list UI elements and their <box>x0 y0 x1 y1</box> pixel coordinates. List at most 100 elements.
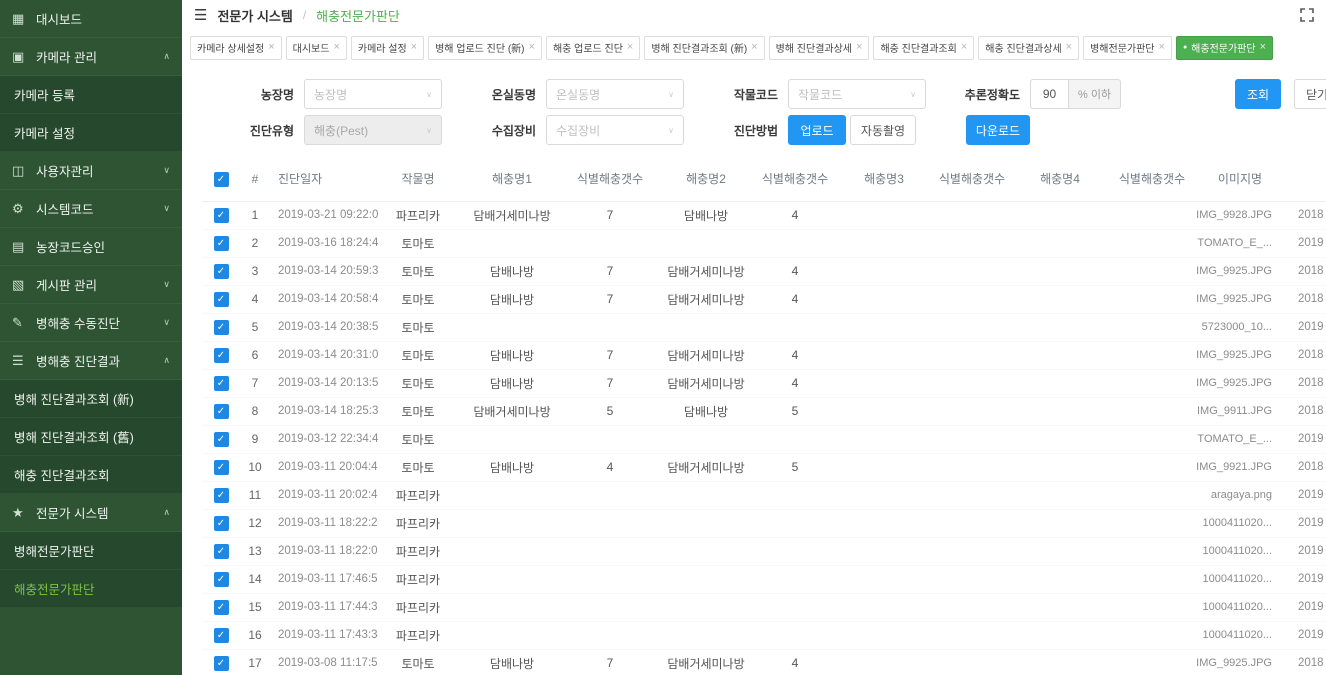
cell-crop: 파프리카 <box>378 537 458 565</box>
row-checkbox[interactable]: ✓ <box>214 292 229 307</box>
sidebar-item[interactable]: ⚙시스템코드∨ <box>0 190 182 228</box>
cell-pest3 <box>832 257 936 285</box>
tab[interactable]: 카메라 설정× <box>351 36 424 60</box>
sidebar-subitem[interactable]: 해충전문가판단 <box>0 570 182 608</box>
row-checkbox[interactable]: ✓ <box>214 376 229 391</box>
close-icon[interactable]: × <box>856 42 862 53</box>
upload-method-button[interactable]: 업로드 <box>788 115 846 145</box>
cell-date: 2019-03-11 18:22:03 <box>270 537 378 565</box>
close-icon[interactable]: × <box>1260 42 1266 53</box>
cell-pest3 <box>832 341 936 369</box>
cell-count4 <box>1112 425 1192 453</box>
sidebar-item[interactable]: ☰병해충 진단결과∧ <box>0 342 182 380</box>
column-header-crop: 작물명 <box>378 157 458 201</box>
active-dot-icon: ● <box>1183 44 1187 51</box>
sidebar-subitem[interactable]: 병해전문가판단 <box>0 532 182 570</box>
greenhouse-filter: 온실동명 온실동명 ∨ <box>472 79 684 109</box>
sidebar-item[interactable]: ▧게시판 관리∨ <box>0 266 182 304</box>
accuracy-suffix: % 이하 <box>1068 79 1121 109</box>
tab[interactable]: 해충 업로드 진단× <box>546 36 640 60</box>
cell-pest4 <box>1008 201 1112 229</box>
row-checkbox[interactable]: ✓ <box>214 544 229 559</box>
sidebar-item[interactable]: ▣카메라 관리∧ <box>0 38 182 76</box>
sidebar-item[interactable]: ✎병해충 수동진단∨ <box>0 304 182 342</box>
tab[interactable]: 병해 진단결과조회 (新)× <box>644 36 764 60</box>
select-all-checkbox[interactable]: ✓ <box>214 172 229 187</box>
close-icon[interactable]: × <box>529 42 535 53</box>
auto-capture-method-button[interactable]: 자동촬영 <box>850 115 916 145</box>
sidebar-subitem[interactable]: 카메라 등록 <box>0 76 182 114</box>
search-button[interactable]: 조회 <box>1235 79 1281 109</box>
tab[interactable]: 해충 진단결과조회× <box>873 36 974 60</box>
close-icon[interactable]: × <box>1159 42 1165 53</box>
row-checkbox[interactable]: ✓ <box>214 320 229 335</box>
accuracy-input[interactable] <box>1030 79 1068 109</box>
sidebar-subitem[interactable]: 병해 진단결과조회 (舊) <box>0 418 182 456</box>
sidebar-item[interactable]: ◫사용자관리∨ <box>0 152 182 190</box>
cell-extra: 2019 <box>1288 481 1326 509</box>
download-button[interactable]: 다운로드 <box>966 115 1030 145</box>
row-checkbox[interactable]: ✓ <box>214 460 229 475</box>
sidebar-item-label: 해충전문가판단 <box>14 579 95 598</box>
sidebar-subitem[interactable]: 병해 진단결과조회 (新) <box>0 380 182 418</box>
crop-code-select[interactable]: 작물코드 ∨ <box>788 79 926 109</box>
cell-crop: 토마토 <box>378 285 458 313</box>
tab[interactable]: 대시보드× <box>286 36 347 60</box>
close-icon[interactable]: × <box>333 42 339 53</box>
fullscreen-icon[interactable] <box>1300 8 1314 22</box>
tab[interactable]: 병해 진단결과상세× <box>769 36 870 60</box>
cell-pest1: 담배나방 <box>458 285 566 313</box>
farm-select[interactable]: 농장명 ∨ <box>304 79 442 109</box>
cell-pest4 <box>1008 565 1112 593</box>
sidebar-subitem[interactable]: 해충 진단결과조회 <box>0 456 182 494</box>
close-icon[interactable]: × <box>268 42 274 53</box>
sidebar-item[interactable]: ★전문가 시스템∧ <box>0 494 182 532</box>
table-row: ✓72019-03-14 20:13:53토마토담배나방7담배거세미나방4IMG… <box>202 369 1326 397</box>
cell-pest4 <box>1008 397 1112 425</box>
row-checkbox[interactable]: ✓ <box>214 600 229 615</box>
cell-pest3 <box>832 201 936 229</box>
column-header-count4: 식별해충갯수 <box>1112 157 1192 201</box>
row-checkbox[interactable]: ✓ <box>214 264 229 279</box>
tab[interactable]: 해충 진단결과상세 × <box>978 36 1079 60</box>
chevron-up-icon: ∧ <box>163 355 170 366</box>
row-checkbox[interactable]: ✓ <box>214 488 229 503</box>
cell-count2 <box>758 565 832 593</box>
tab-label: 해충 진단결과상세 <box>985 40 1061 55</box>
sidebar-item[interactable]: ▤농장코드승인 <box>0 228 182 266</box>
close-icon[interactable]: × <box>411 42 417 53</box>
hamburger-icon[interactable]: ☰ <box>194 6 207 24</box>
sidebar-subitem[interactable]: 카메라 설정 <box>0 114 182 152</box>
sidebar-item[interactable]: ▦대시보드 <box>0 0 182 38</box>
tab-active[interactable]: ●해충전문가판단× <box>1176 36 1273 60</box>
cell-extra: 2019 <box>1288 229 1326 257</box>
row-checkbox[interactable]: ✓ <box>214 572 229 587</box>
close-icon[interactable]: × <box>627 42 633 53</box>
cell-date: 2019-03-11 17:43:34 <box>270 621 378 649</box>
close-button[interactable]: 닫기 <box>1294 79 1326 109</box>
row-checkbox[interactable]: ✓ <box>214 432 229 447</box>
cell-count4 <box>1112 369 1192 397</box>
row-checkbox[interactable]: ✓ <box>214 656 229 671</box>
close-icon[interactable]: × <box>961 42 967 53</box>
row-checkbox[interactable]: ✓ <box>214 516 229 531</box>
row-checkbox[interactable]: ✓ <box>214 404 229 419</box>
equipment-select[interactable]: 수집장비 ∨ <box>546 115 684 145</box>
tab[interactable]: 병해전문가판단× <box>1083 36 1172 60</box>
close-icon[interactable]: × <box>751 42 757 53</box>
close-icon[interactable]: × <box>1066 42 1072 53</box>
tab[interactable]: 병해 업로드 진단 (新)× <box>428 36 542 60</box>
tab[interactable]: 카메라 상세설정× <box>190 36 282 60</box>
row-checkbox[interactable]: ✓ <box>214 236 229 251</box>
cell-count4 <box>1112 565 1192 593</box>
row-checkbox[interactable]: ✓ <box>214 348 229 363</box>
diagnosis-type-filter: 진단유형 해충(Pest) ∨ <box>230 115 442 145</box>
greenhouse-select[interactable]: 온실동명 ∨ <box>546 79 684 109</box>
equipment-select-placeholder: 수집장비 <box>556 122 600 139</box>
row-checkbox[interactable]: ✓ <box>214 208 229 223</box>
table-body: ✓12019-03-21 09:22:00파프리카담배거세미나방7담배나방4IM… <box>202 201 1326 675</box>
cell-no: 8 <box>240 397 270 425</box>
cell-pest3 <box>832 565 936 593</box>
cell-count1 <box>566 229 654 257</box>
row-checkbox[interactable]: ✓ <box>214 628 229 643</box>
